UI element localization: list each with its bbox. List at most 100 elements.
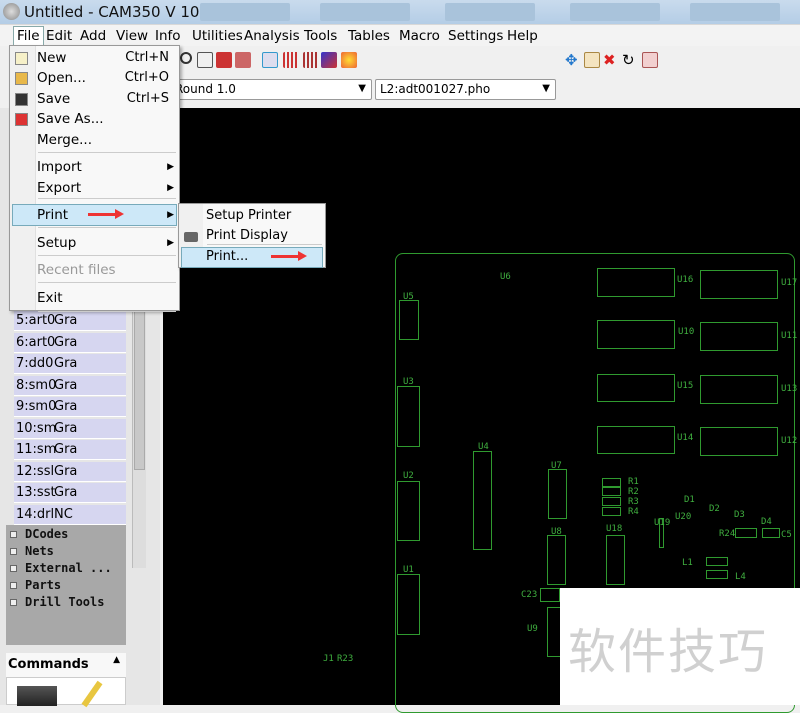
menu-utilities[interactable]: Utilities: [192, 28, 243, 44]
menu-info[interactable]: Info: [155, 28, 181, 44]
layer-type: NC: [54, 506, 73, 522]
delete-icon[interactable]: ✖: [603, 52, 619, 68]
copy-icon[interactable]: [584, 52, 600, 68]
taskbar-tab[interactable]: [690, 3, 780, 21]
menu-separator: [38, 311, 176, 312]
taskbar-tab[interactable]: [570, 3, 660, 21]
layer-row[interactable]: 13:sst Gra: [14, 483, 126, 503]
zoom-icon[interactable]: [180, 52, 192, 64]
expand-icon[interactable]: [10, 548, 17, 555]
pcb-component: [762, 528, 780, 538]
file-menu-item-print[interactable]: Print: [37, 207, 68, 223]
file-menu-item-exit[interactable]: Exit: [37, 290, 63, 306]
pcb-label: D2: [709, 504, 720, 514]
layer-name: 8:sm0: [16, 377, 57, 393]
tree-item-dcodes[interactable]: DCodes: [10, 527, 68, 541]
menu-settings[interactable]: Settings: [448, 28, 503, 44]
pcb-component: [700, 375, 778, 404]
layer-name: 5:art0: [16, 313, 56, 328]
pcb-component: [597, 374, 675, 402]
expand-icon[interactable]: [10, 531, 17, 538]
layer-row[interactable]: 6:art0 Gra: [14, 332, 126, 353]
pcb-label: L1: [682, 558, 693, 568]
layer-row[interactable]: 12:ssl Gra: [14, 461, 126, 482]
mirror-icon[interactable]: [642, 52, 658, 68]
layer-row[interactable]: 10:sm Gra: [14, 418, 126, 439]
highlight-icon[interactable]: [341, 52, 357, 68]
tree-item-external[interactable]: External ...: [10, 561, 112, 575]
layer-select[interactable]: L2:adt001027.pho ▼: [375, 79, 556, 100]
pcb-label: J1: [323, 654, 334, 664]
menu-analysis[interactable]: Analysis: [244, 28, 300, 44]
menu-tables[interactable]: Tables: [348, 28, 390, 44]
file-menu-item-export[interactable]: Export: [37, 180, 81, 196]
pencil-icon[interactable]: [81, 680, 103, 708]
file-menu-item-save-as[interactable]: Save As...: [37, 111, 104, 127]
layer-row[interactable]: 7:dd0 Gra: [14, 354, 126, 374]
menu-add[interactable]: Add: [80, 28, 106, 44]
zoom-all-icon[interactable]: [216, 52, 232, 68]
commands-header[interactable]: Commands ▲: [6, 653, 126, 677]
color-icon[interactable]: [321, 52, 337, 68]
tree-label: Nets: [25, 544, 54, 558]
scrollbar-thumb[interactable]: [134, 308, 145, 470]
rotate-icon[interactable]: ↻: [622, 52, 638, 68]
pcb-component: [706, 557, 728, 566]
expand-icon[interactable]: [10, 582, 17, 589]
menu-edit[interactable]: Edit: [46, 28, 72, 44]
save-as-icon: [15, 113, 28, 126]
file-menu-item-save[interactable]: Save: [37, 91, 70, 107]
taskbar-tab[interactable]: [320, 3, 410, 21]
print-menu-item-print[interactable]: Print...: [206, 249, 248, 264]
menu-tools[interactable]: Tools: [304, 28, 337, 44]
menu-bar: File Edit Add View Info Utilities Analysis Tool…: [0, 24, 800, 48]
grid-icon[interactable]: [283, 52, 299, 68]
print-menu-item-print-display[interactable]: Print Display: [206, 228, 288, 243]
layer-name: 10:sm: [16, 420, 57, 436]
menu-help[interactable]: Help: [507, 28, 538, 44]
pcb-label: U10: [678, 327, 695, 337]
open-icon: [15, 72, 28, 85]
layer-row[interactable]: 5:art0 Gra: [14, 311, 126, 331]
file-menu-item-merge[interactable]: Merge...: [37, 132, 92, 148]
expand-icon[interactable]: [10, 565, 17, 572]
snap-icon[interactable]: [262, 52, 278, 68]
grid-dots-icon[interactable]: [303, 52, 319, 68]
pcb-label: U18: [606, 524, 623, 534]
file-menu-item-recent-files: Recent files: [37, 262, 116, 278]
layer-row[interactable]: 9:sm0 Gra: [14, 397, 126, 417]
layer-row[interactable]: 14:drl NC: [14, 504, 126, 525]
menu-macro[interactable]: Macro: [399, 28, 440, 44]
collapse-icon[interactable]: ▲: [113, 655, 120, 665]
pcb-component: [735, 528, 757, 538]
file-menu-item-open[interactable]: Open...: [37, 70, 86, 86]
pcb-component: [602, 487, 621, 496]
menu-separator: [38, 227, 176, 228]
taskbar-tab[interactable]: [200, 3, 290, 21]
print-menu-item-setup-printer[interactable]: Setup Printer: [206, 208, 291, 223]
file-menu-item-import[interactable]: Import: [37, 159, 82, 175]
pcb-label: R23: [337, 654, 354, 664]
tree-label: DCodes: [25, 527, 69, 541]
commands-title: Commands: [8, 657, 89, 672]
move-icon[interactable]: ✥: [565, 52, 581, 68]
layer-row[interactable]: 11:sm Gra: [14, 440, 126, 460]
shortcut-label: Ctrl+S: [126, 91, 169, 106]
scrollbar[interactable]: [132, 308, 146, 568]
aperture-select[interactable]: Round 1.0 ▼: [170, 79, 372, 100]
tree-label: External ...: [25, 561, 112, 575]
tree-item-nets[interactable]: Nets: [10, 544, 54, 558]
command-icon[interactable]: [17, 686, 57, 706]
layer-name: 11:sm: [16, 442, 57, 457]
expand-icon[interactable]: [10, 599, 17, 606]
redraw-icon[interactable]: [235, 52, 251, 68]
file-menu-item-new[interactable]: New: [37, 50, 66, 66]
file-menu-item-setup[interactable]: Setup: [37, 235, 76, 251]
submenu-arrow-icon: ▶: [167, 162, 174, 172]
layer-row[interactable]: 8:sm0 Gra: [14, 375, 126, 396]
taskbar-tab[interactable]: [445, 3, 535, 21]
zoom-window-icon[interactable]: [197, 52, 213, 68]
menu-view[interactable]: View: [116, 28, 148, 44]
tree-item-drill-tools[interactable]: Drill Tools: [10, 595, 104, 609]
tree-item-parts[interactable]: Parts: [10, 578, 61, 592]
